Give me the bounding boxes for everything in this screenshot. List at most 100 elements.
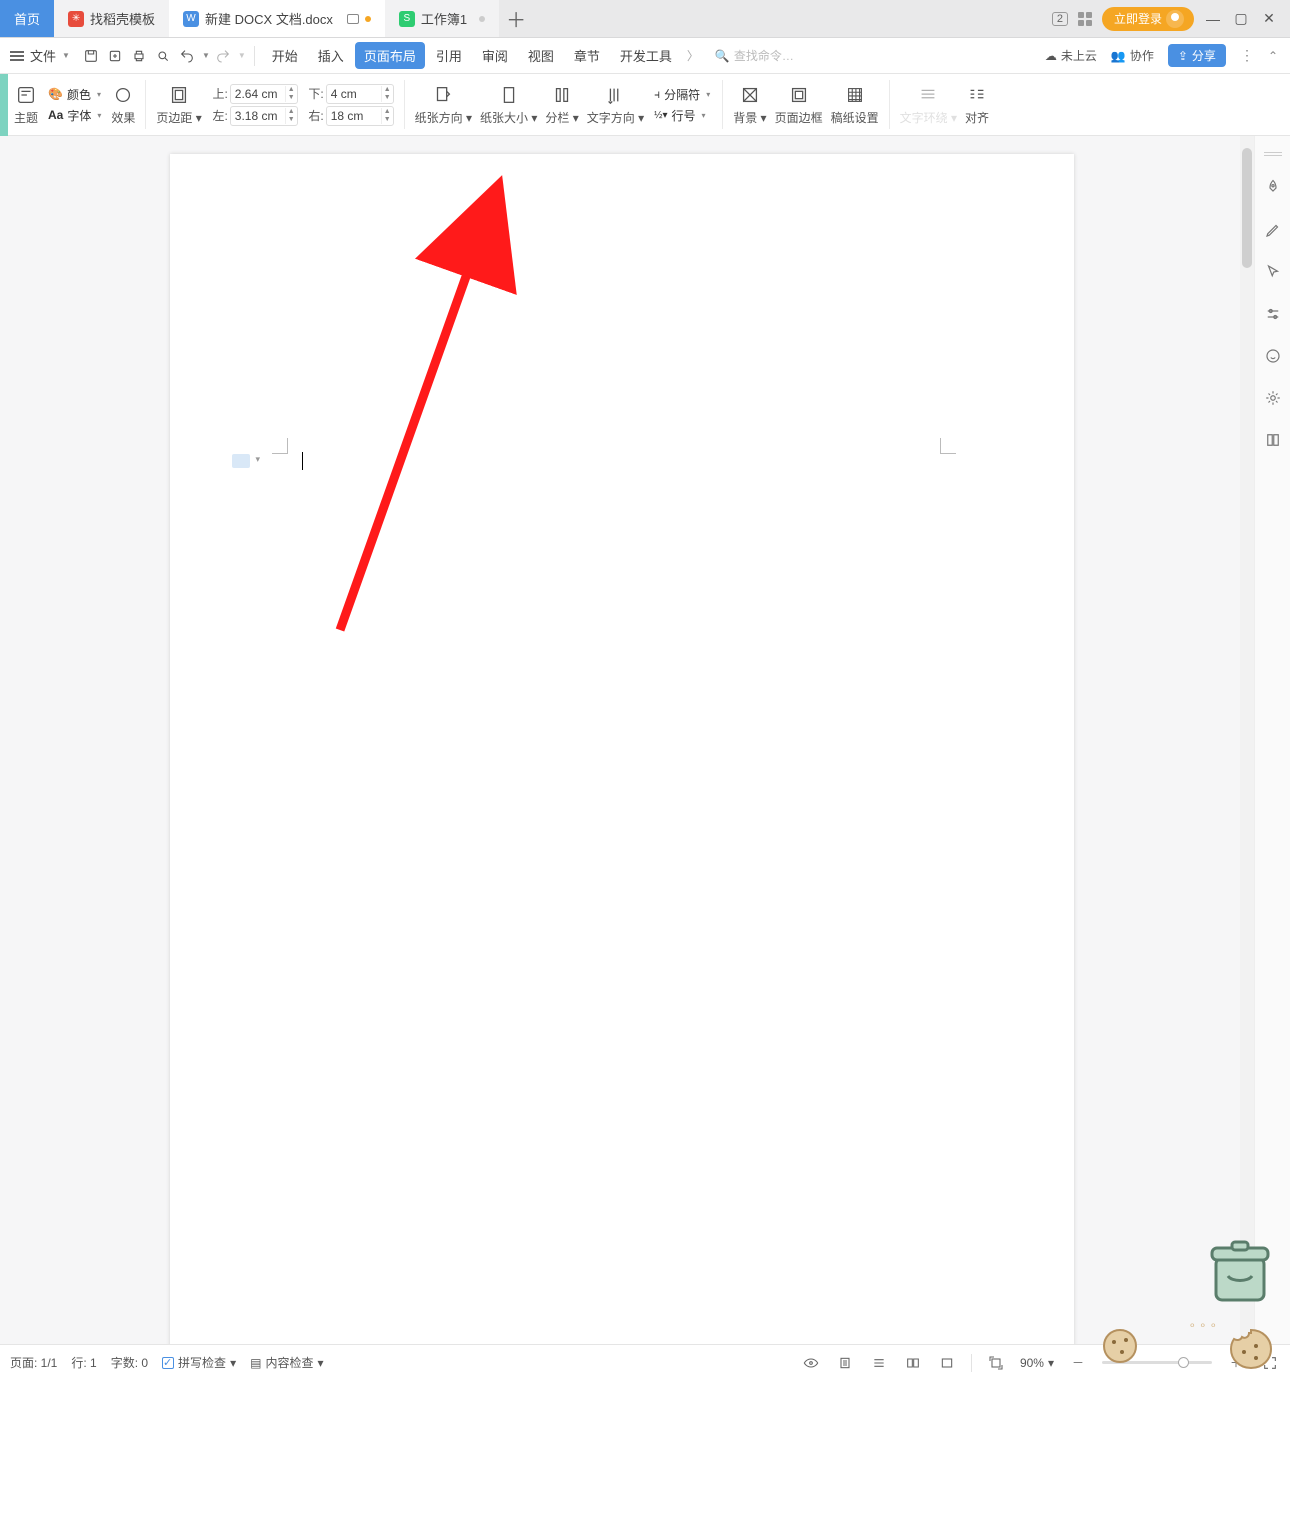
section-indicator[interactable] bbox=[232, 454, 250, 468]
search-icon: 🔍 bbox=[715, 49, 730, 63]
page-view-icon[interactable] bbox=[835, 1353, 855, 1373]
effect-button[interactable]: 效果 bbox=[107, 83, 139, 126]
book-icon[interactable] bbox=[1263, 430, 1283, 450]
tab-page-layout[interactable]: 页面布局 bbox=[355, 42, 425, 69]
color-button[interactable]: 🎨颜色▾ bbox=[48, 86, 101, 103]
caret-icon: ▾ bbox=[97, 111, 101, 120]
close-dot-icon[interactable] bbox=[479, 16, 485, 22]
align-button[interactable]: 对齐 bbox=[961, 83, 993, 126]
undo-caret-icon[interactable]: ▼ bbox=[202, 51, 210, 60]
status-line[interactable]: 行: 1 bbox=[71, 1354, 96, 1371]
margin-right-input[interactable]: 18 cm▲▼ bbox=[326, 106, 394, 126]
command-search[interactable]: 🔍 查找命令… bbox=[715, 47, 794, 64]
redo-caret-icon[interactable]: ▼ bbox=[238, 51, 246, 60]
tab-templates[interactable]: ✳ 找稻壳模板 bbox=[54, 0, 169, 37]
document-workspace[interactable] bbox=[0, 136, 1254, 1344]
cloud-status[interactable]: ☁未上云 bbox=[1045, 47, 1097, 64]
undo-button[interactable] bbox=[176, 45, 198, 67]
vertical-scrollbar[interactable] bbox=[1240, 136, 1254, 1344]
text-wrap-button[interactable]: 文字环绕 ▾ bbox=[896, 83, 961, 126]
crumbs-icon: ∘∘∘ bbox=[1188, 1318, 1220, 1332]
caret-icon: ▾ bbox=[97, 90, 101, 99]
writing-paper-button[interactable]: 稿纸设置 bbox=[827, 83, 883, 126]
close-button[interactable]: ✕ bbox=[1260, 10, 1278, 27]
caret-down-icon: ▼ bbox=[62, 51, 70, 60]
file-menu[interactable]: 文件▼ bbox=[30, 46, 70, 65]
margin-bottom-input[interactable]: 4 cm▲▼ bbox=[326, 84, 394, 104]
redo-button[interactable] bbox=[212, 45, 234, 67]
pen-icon[interactable] bbox=[1263, 220, 1283, 240]
tab-workbook[interactable]: S 工作簿1 bbox=[385, 0, 499, 37]
coop-label: 协作 bbox=[1130, 47, 1154, 64]
status-page[interactable]: 页面: 1/1 bbox=[10, 1354, 57, 1371]
collapse-ribbon-icon[interactable]: ⌃ bbox=[1268, 49, 1278, 63]
fit-page-icon[interactable] bbox=[986, 1353, 1006, 1373]
margin-left-input[interactable]: 3.18 cm▲▼ bbox=[230, 106, 298, 126]
more-icon[interactable]: ⋮ bbox=[1240, 47, 1254, 64]
bottom-label: 下: bbox=[306, 85, 324, 102]
page-border-button[interactable]: 页面边框 bbox=[771, 83, 827, 126]
outline-view-icon[interactable] bbox=[869, 1353, 889, 1373]
tab-section[interactable]: 章节 bbox=[565, 42, 609, 69]
spellcheck-toggle[interactable]: 拼写检查 ▾ bbox=[162, 1354, 236, 1371]
font-button[interactable]: Aa字体▾ bbox=[48, 107, 101, 124]
more-tabs-icon[interactable]: 〉 bbox=[683, 47, 703, 64]
sidebar-drag-icon[interactable] bbox=[1264, 152, 1282, 156]
content-check-toggle[interactable]: ▤内容检查 ▾ bbox=[250, 1354, 323, 1371]
print-button[interactable] bbox=[128, 45, 150, 67]
orientation-button[interactable]: 纸张方向 ▾ bbox=[411, 83, 476, 126]
login-button[interactable]: 立即登录 bbox=[1102, 7, 1194, 31]
columns-button[interactable]: 分栏 ▾ bbox=[541, 83, 582, 126]
share-button[interactable]: ⇪分享 bbox=[1168, 44, 1226, 67]
save-as-button[interactable] bbox=[104, 45, 126, 67]
window-count-badge[interactable]: 2 bbox=[1052, 12, 1068, 26]
cursor-icon[interactable] bbox=[1263, 262, 1283, 282]
text-direction-button[interactable]: 文字方向 ▾ bbox=[583, 83, 648, 126]
preview-button[interactable] bbox=[152, 45, 174, 67]
tab-current-doc[interactable]: W 新建 DOCX 文档.docx bbox=[169, 0, 385, 37]
effect-label: 效果 bbox=[111, 109, 135, 126]
tab-insert[interactable]: 插入 bbox=[309, 42, 353, 69]
zoom-level[interactable]: 90% ▾ bbox=[1020, 1356, 1054, 1370]
columns-icon bbox=[550, 83, 574, 107]
minimize-button[interactable]: — bbox=[1204, 11, 1222, 27]
save-button[interactable] bbox=[80, 45, 102, 67]
ribbon-tabs: 开始 插入 页面布局 引用 审阅 视图 章节 开发工具 〉 bbox=[263, 42, 703, 69]
apps-grid-icon[interactable] bbox=[1078, 12, 1092, 26]
maximize-button[interactable]: ▢ bbox=[1232, 10, 1250, 27]
line-number-button[interactable]: ½▾行号▾ bbox=[654, 107, 710, 124]
web-view-icon[interactable] bbox=[937, 1353, 957, 1373]
sep-label: 分隔符 bbox=[664, 86, 700, 103]
tab-reference[interactable]: 引用 bbox=[427, 42, 471, 69]
tab-workbook-label: 工作簿1 bbox=[421, 9, 467, 28]
sliders-icon[interactable] bbox=[1263, 304, 1283, 324]
status-words[interactable]: 字数: 0 bbox=[111, 1354, 148, 1371]
fire-icon: ✳ bbox=[68, 11, 84, 27]
scrollbar-thumb[interactable] bbox=[1242, 148, 1252, 268]
page-sheet[interactable] bbox=[170, 154, 1074, 1344]
tab-review[interactable]: 审阅 bbox=[473, 42, 517, 69]
separator-button[interactable]: ⫞分隔符▾ bbox=[654, 86, 710, 103]
theme-button[interactable]: 主题 bbox=[10, 83, 42, 126]
page-margin-button[interactable]: 页边距 ▾ bbox=[152, 83, 205, 126]
zoom-knob[interactable] bbox=[1178, 1357, 1189, 1368]
eye-icon[interactable] bbox=[801, 1353, 821, 1373]
emoji-icon[interactable] bbox=[1263, 346, 1283, 366]
margin-top-input[interactable]: 2.64 cm▲▼ bbox=[230, 84, 298, 104]
background-button[interactable]: 背景 ▾ bbox=[729, 83, 770, 126]
reading-view-icon[interactable] bbox=[903, 1353, 923, 1373]
tab-start[interactable]: 开始 bbox=[263, 42, 307, 69]
rocket-icon[interactable] bbox=[1263, 178, 1283, 198]
hamburger-icon[interactable] bbox=[10, 51, 24, 61]
gear-icon[interactable] bbox=[1263, 388, 1283, 408]
coop-button[interactable]: 👥协作 bbox=[1111, 47, 1154, 64]
left-label: 左: bbox=[210, 107, 228, 124]
margin-corner-tr-icon bbox=[940, 438, 956, 454]
new-tab-button[interactable]: ＋ bbox=[499, 0, 533, 37]
zoom-out-button[interactable]: － bbox=[1068, 1353, 1088, 1373]
tab-home[interactable]: 首页 bbox=[0, 0, 54, 37]
tab-view[interactable]: 视图 bbox=[519, 42, 563, 69]
size-button[interactable]: 纸张大小 ▾ bbox=[476, 83, 541, 126]
palette-icon: 🎨 bbox=[48, 87, 63, 101]
tab-devtools[interactable]: 开发工具 bbox=[611, 42, 681, 69]
